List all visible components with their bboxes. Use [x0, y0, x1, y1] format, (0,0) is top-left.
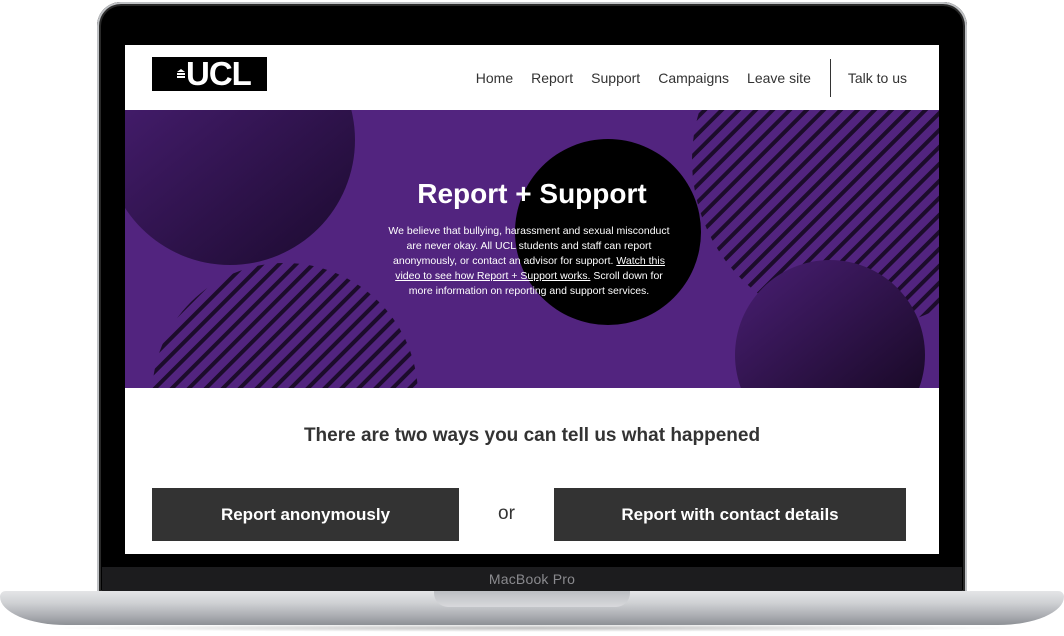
laptop-shadow	[40, 624, 1024, 632]
ucl-logo[interactable]: UCL	[152, 57, 267, 91]
nav-talk-to-us[interactable]: Talk to us	[848, 70, 907, 86]
nav-campaigns[interactable]: Campaigns	[658, 70, 729, 86]
logo-text: UCL	[186, 55, 252, 92]
ways-heading: There are two ways you can tell us what …	[303, 425, 761, 446]
browser-screen: UCL Home Report Support Campaigns Leave …	[125, 45, 939, 554]
portico-icon	[177, 69, 185, 78]
laptop-chin: MacBook Pro	[102, 567, 962, 594]
nav-leave-site[interactable]: Leave site	[747, 70, 811, 86]
laptop-notch	[434, 591, 630, 607]
hero-title: Report + Support	[417, 178, 647, 209]
device-label: MacBook Pro	[488, 571, 576, 587]
nav-support[interactable]: Support	[591, 70, 640, 86]
hero-banner: Report + Support We believe that bullyin…	[125, 110, 939, 388]
main-nav: Home Report Support Campaigns Leave site…	[458, 45, 907, 110]
nav-divider	[829, 58, 831, 97]
nav-report[interactable]: Report	[531, 70, 573, 86]
or-separator: or	[498, 503, 515, 524]
site-header: UCL Home Report Support Campaigns Leave …	[125, 45, 939, 110]
hero-description: We believe that bullying, harassment and…	[383, 224, 675, 299]
report-anonymously-button[interactable]: Report anonymously	[152, 488, 459, 541]
report-with-contact-button[interactable]: Report with contact details	[554, 488, 906, 541]
nav-home[interactable]: Home	[476, 70, 513, 86]
